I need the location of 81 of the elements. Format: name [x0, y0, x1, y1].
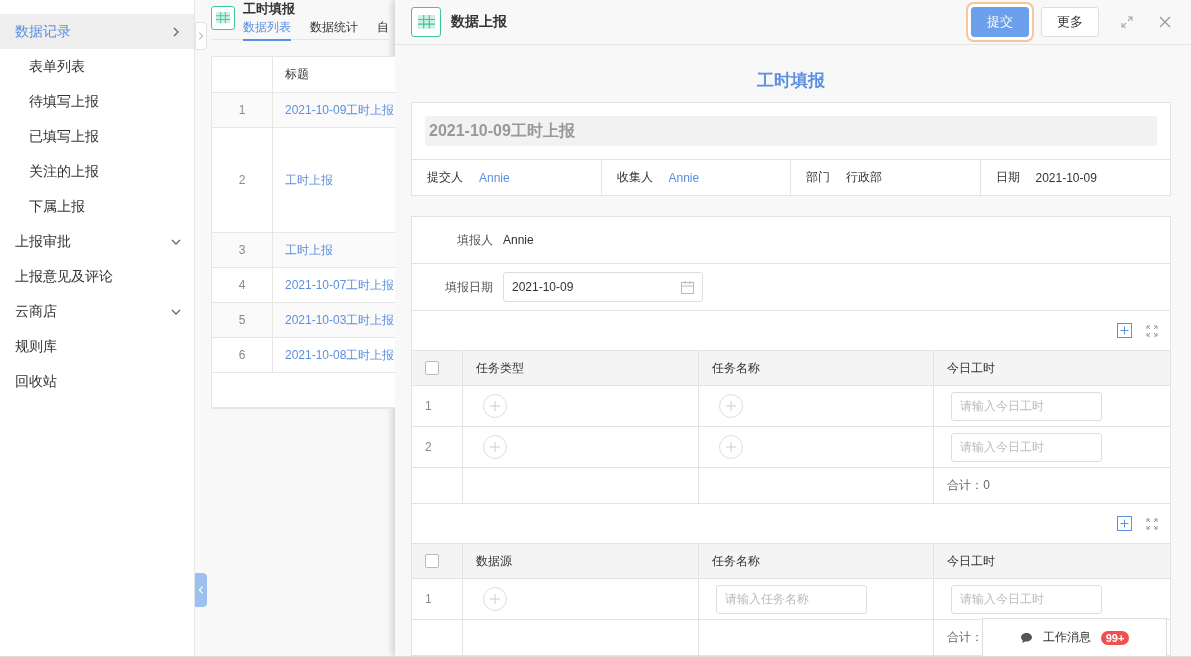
- row-number: 1: [425, 592, 432, 606]
- checkbox[interactable]: [425, 554, 439, 568]
- expand-handle[interactable]: [195, 573, 207, 607]
- row-number: 1: [238, 103, 246, 117]
- column-header: 标题: [285, 66, 309, 83]
- sidebar-item[interactable]: 云商店: [0, 294, 194, 329]
- meta-label: 收集人: [616, 169, 653, 186]
- row-number: 5: [238, 313, 246, 327]
- row-number: 4: [238, 278, 246, 292]
- tab[interactable]: 数据统计: [310, 19, 358, 41]
- message-label: 工作消息: [1042, 629, 1091, 646]
- calendar-icon: [681, 280, 694, 294]
- total-text: 合计：: [947, 629, 984, 646]
- sidebar-subitem[interactable]: 待填写上报: [0, 84, 194, 119]
- plus-icon: [490, 594, 500, 604]
- field-label: 填报人: [456, 231, 494, 249]
- sidebar-item[interactable]: 上报意见及评论: [0, 259, 194, 294]
- more-button[interactable]: 更多: [1041, 7, 1099, 37]
- column-header: 今日工时: [947, 359, 996, 377]
- plus-icon: [490, 442, 500, 452]
- add-button[interactable]: [483, 394, 507, 418]
- add-button[interactable]: [483, 435, 507, 459]
- meta-label: 提交人: [427, 169, 463, 186]
- meta-value: 行政部: [846, 169, 882, 186]
- column-header: 任务名称: [711, 359, 760, 377]
- input-field[interactable]: 请输入今日工时: [951, 584, 1103, 614]
- column-header: 任务类型: [476, 359, 524, 377]
- plus-icon: [490, 401, 500, 411]
- add-button[interactable]: [483, 587, 507, 611]
- chevron-left-icon: [196, 584, 206, 596]
- plus-icon: [725, 442, 736, 452]
- sidebar-subitem[interactable]: 关注的上报: [0, 154, 194, 189]
- expand-icon: [1121, 16, 1133, 28]
- field-label: 填报日期: [444, 278, 494, 296]
- tab[interactable]: 自: [377, 19, 389, 41]
- drawer-title: 数据上报: [451, 13, 508, 31]
- record-link[interactable]: 2021-10-08工时上报: [285, 346, 395, 364]
- fullscreen-icon[interactable]: [1146, 324, 1158, 337]
- column-header: 今日工时: [947, 552, 996, 570]
- row-number: 3: [238, 243, 246, 257]
- chat-icon: [1019, 631, 1033, 644]
- record-link[interactable]: 2021-10-07工时上报: [285, 276, 395, 294]
- sidebar-subitem[interactable]: 已填写上报: [0, 119, 194, 154]
- message-popup[interactable]: 工作消息 99+: [982, 618, 1167, 656]
- sidebar-item[interactable]: 回收站: [0, 364, 194, 399]
- meta-label: 部门: [806, 169, 830, 186]
- row-number: 6: [238, 348, 246, 362]
- close-icon: [1159, 16, 1171, 28]
- collapse-handle[interactable]: [195, 22, 207, 50]
- table-icon: [216, 12, 230, 24]
- add-row-icon[interactable]: [1117, 323, 1132, 338]
- sidebar-item[interactable]: 规则库: [0, 329, 194, 364]
- meta-value: 2021-10-09: [1035, 170, 1097, 185]
- date-field[interactable]: 2021-10-09: [503, 272, 703, 302]
- plus-icon: [725, 401, 736, 411]
- column-header: 任务名称: [711, 552, 760, 570]
- input-field[interactable]: 请输入今日工时: [951, 432, 1103, 462]
- checkbox[interactable]: [425, 361, 439, 375]
- field-value: Annie: [503, 233, 534, 247]
- column-header: 数据源: [476, 552, 512, 570]
- row-number: 1: [425, 399, 432, 413]
- meta-label: 日期: [995, 169, 1020, 186]
- fullscreen-icon[interactable]: [1146, 517, 1158, 530]
- row-number: 2: [238, 173, 246, 187]
- total-text: 合计：0: [947, 477, 990, 494]
- sidebar-subitem[interactable]: 下属上报: [0, 189, 194, 224]
- record-link[interactable]: 工时上报: [285, 171, 333, 189]
- sidebar-item[interactable]: 上报审批: [0, 224, 194, 259]
- report-title-field: 2021-10-09工时上报: [425, 116, 1157, 146]
- form-title: 工时填报: [243, 2, 296, 16]
- table-icon: [417, 15, 435, 29]
- add-button[interactable]: [718, 435, 743, 459]
- input-field[interactable]: 请输入任务名称: [715, 584, 867, 614]
- row-number: 2: [425, 440, 432, 454]
- add-button[interactable]: [718, 394, 743, 418]
- form-heading: 工时填报: [756, 70, 826, 92]
- chevron-right-icon: [196, 30, 206, 42]
- count-badge: 99+: [1100, 630, 1130, 645]
- sidebar-subitem[interactable]: 表单列表: [0, 49, 194, 84]
- input-field[interactable]: 请输入今日工时: [951, 391, 1103, 421]
- add-row-icon[interactable]: [1117, 516, 1132, 531]
